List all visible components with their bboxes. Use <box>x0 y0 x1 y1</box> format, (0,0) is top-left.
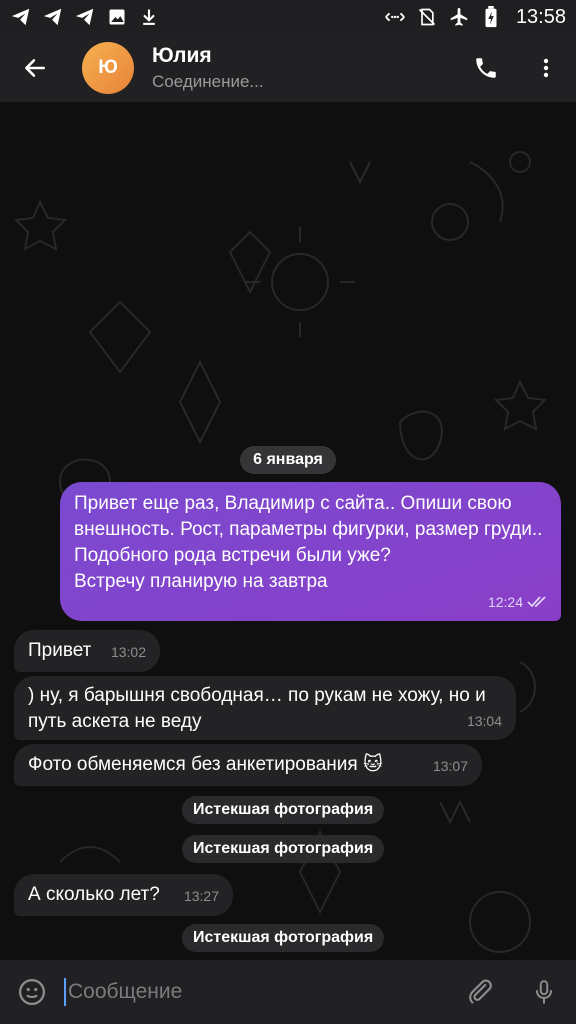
outgoing-message[interactable]: Привет еще раз, Владимир с сайта.. Опиши… <box>60 482 561 621</box>
telegram-icon <box>42 6 64 28</box>
chat-area[interactable]: 6 января Привет еще раз, Владимир с сайт… <box>0 102 576 960</box>
message-time: 13:02 <box>110 644 146 660</box>
status-bar: 13:58 <box>0 0 576 34</box>
telegram-icon <box>10 6 32 28</box>
status-bar-system: 13:58 <box>384 6 566 29</box>
message-text: Привет <box>28 640 92 661</box>
battery-charging-icon <box>480 6 502 28</box>
expired-photo-notice: Истекшая фотография <box>182 796 385 824</box>
message-time: 13:07 <box>432 758 468 774</box>
link-icon <box>384 6 406 28</box>
message-input-placeholder: Сообщение <box>68 980 183 1003</box>
more-options-button[interactable] <box>516 34 576 102</box>
telegram-icon <box>74 6 96 28</box>
paperclip-icon <box>469 979 492 1004</box>
message-text: Фото обменяемся без анкетирования 🐱 <box>28 754 383 775</box>
chat-title-block[interactable]: Юлия Соединение... <box>152 44 456 92</box>
image-icon <box>106 6 128 28</box>
connection-status: Соединение... <box>152 72 264 91</box>
incoming-message[interactable]: ) ну, я барышня свободная… по рукам не х… <box>14 676 516 740</box>
message-text: Привет еще раз, Владимир с сайта.. Опиши… <box>74 493 543 592</box>
text-caret <box>64 978 66 1006</box>
back-button[interactable] <box>0 34 70 102</box>
date-separator: 6 января <box>240 446 336 474</box>
message-time: 12:24 <box>487 594 523 610</box>
chat-header: Ю Юлия Соединение... <box>0 34 576 102</box>
message-time: 13:27 <box>183 888 219 904</box>
arrow-back-icon <box>25 59 45 77</box>
more-vert-icon <box>543 58 549 78</box>
status-bar-notifications <box>10 6 160 28</box>
attach-button[interactable] <box>448 960 512 1024</box>
message-meta: 12:24 <box>488 589 549 615</box>
message-input[interactable]: Сообщение <box>64 960 448 1024</box>
emoji-button[interactable] <box>0 960 64 1024</box>
expired-photo-notice: Истекшая фотография <box>182 835 385 863</box>
phone-icon <box>476 58 496 78</box>
message-text: ) ну, я барышня свободная… по рукам не х… <box>28 685 491 732</box>
incoming-message[interactable]: А сколько лет? 13:27 <box>14 874 233 916</box>
call-button[interactable] <box>456 34 516 102</box>
avatar[interactable]: Ю <box>82 42 134 94</box>
status-time: 13:58 <box>515 5 566 28</box>
no-sim-icon <box>416 6 438 28</box>
double-check-icon <box>527 596 546 608</box>
emoji-icon <box>19 979 45 1005</box>
microphone-icon <box>535 980 553 1004</box>
incoming-message[interactable]: Привет 13:02 <box>14 630 160 672</box>
contact-name: Юлия <box>152 44 212 67</box>
expired-photo-notice: Истекшая фотография <box>182 924 385 952</box>
voice-message-button[interactable] <box>512 960 576 1024</box>
incoming-message[interactable]: Фото обменяемся без анкетирования 🐱 13:0… <box>14 744 482 786</box>
airplane-icon <box>448 6 470 28</box>
message-time: 13:04 <box>466 713 502 729</box>
message-text: А сколько лет? <box>28 884 160 905</box>
message-composer: Сообщение <box>0 960 576 1024</box>
download-icon <box>138 6 160 28</box>
